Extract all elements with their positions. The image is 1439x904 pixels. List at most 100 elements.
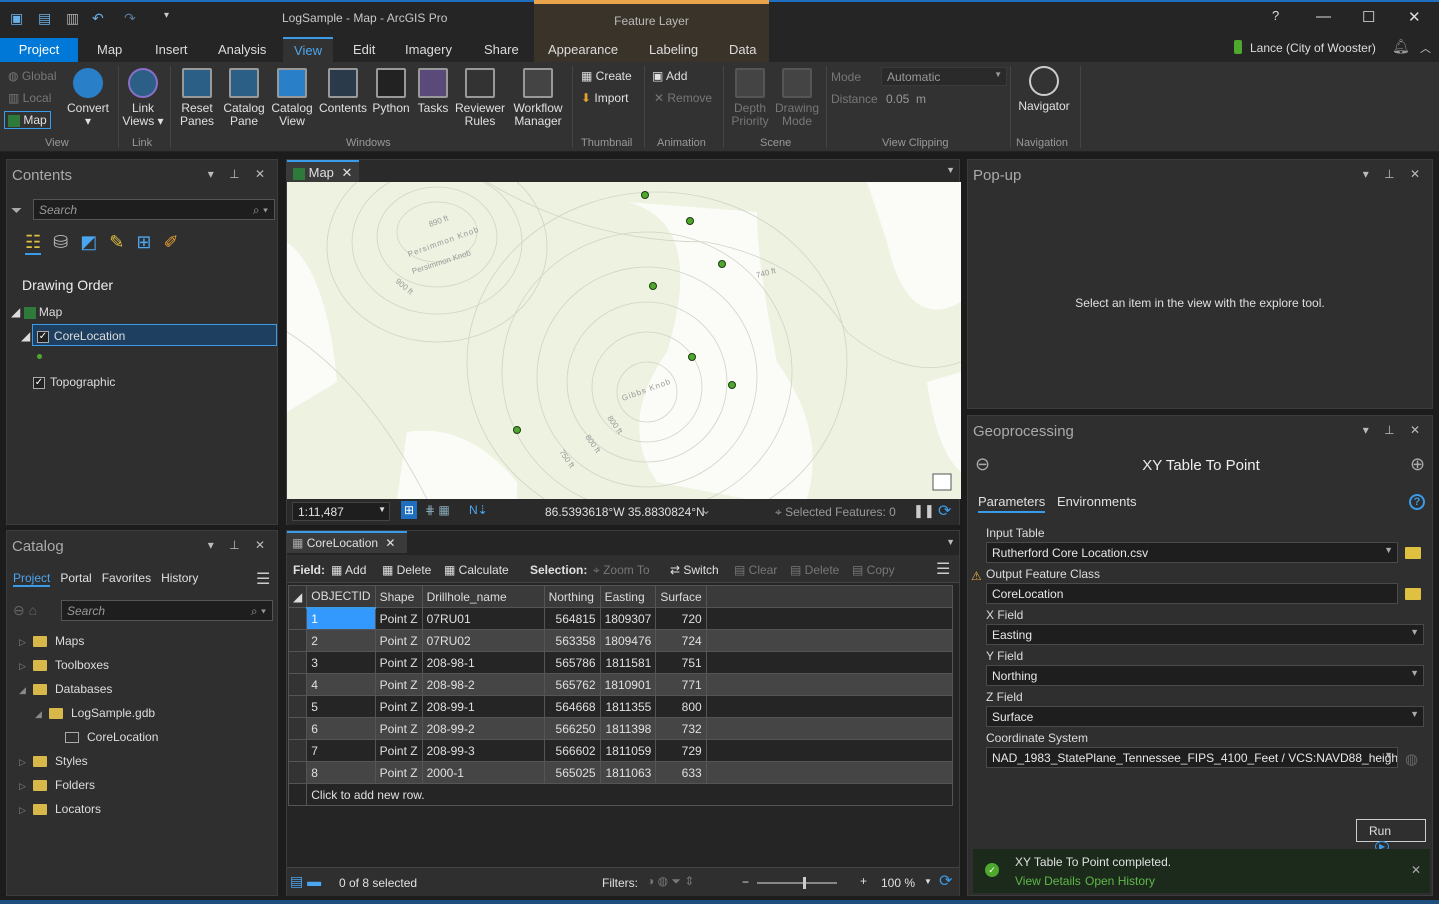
redo-icon[interactable]: ↷ xyxy=(124,10,136,27)
add-icon[interactable]: ⊕ xyxy=(1410,454,1425,475)
table-cell[interactable]: 208-99-2 xyxy=(421,717,545,740)
pause-icon[interactable]: ❚❚ xyxy=(913,503,935,519)
zoom-dropdown-icon[interactable]: ▼ xyxy=(924,877,932,886)
scale-dropdown[interactable]: 1:11,487 ▼ xyxy=(292,502,390,521)
open-project-icon[interactable]: ▤ xyxy=(38,10,51,27)
tab-parameters[interactable]: Parameters xyxy=(978,494,1046,513)
catalog-tab-project[interactable]: Project xyxy=(13,571,51,587)
topographic-checkbox[interactable]: ✓ xyxy=(33,376,45,389)
drawing-mode-button[interactable]: Drawing Mode xyxy=(774,68,820,128)
dropdown-icon[interactable]: ▼ xyxy=(1384,750,1393,760)
refresh-icon[interactable]: ⟳ xyxy=(938,501,951,521)
tab-edit[interactable]: Edit xyxy=(353,42,375,57)
data-source-icon[interactable]: ⛁ xyxy=(53,232,68,255)
add-row-label[interactable]: Click to add new row. xyxy=(306,783,953,806)
table-cell[interactable]: 724 xyxy=(655,629,707,652)
import-thumbnail-button[interactable]: ⬇ Import xyxy=(581,91,628,105)
dropdown-icon[interactable]: ▼ xyxy=(1410,627,1419,637)
zoom-to-button[interactable]: ⌖ Zoom To xyxy=(593,563,650,578)
table-cell[interactable]: 1811581 xyxy=(599,651,657,674)
undo-icon[interactable]: ↶ xyxy=(92,10,104,27)
table-cell[interactable]: 564668 xyxy=(543,695,601,718)
drillhole-point[interactable] xyxy=(728,381,736,389)
zoom-in-button[interactable]: + xyxy=(860,874,867,888)
table-cell[interactable]: 3 xyxy=(306,651,376,674)
tab-share[interactable]: Share xyxy=(484,42,519,57)
table-cell[interactable]: 751 xyxy=(655,651,707,674)
table-row[interactable]: 2 Point Z 07RU02 563358 1809476 724 xyxy=(287,629,953,652)
table-cell[interactable]: 1810901 xyxy=(599,673,657,696)
expand-icon[interactable]: ▷ xyxy=(19,805,33,816)
column-header[interactable]: Surface xyxy=(655,585,707,608)
open-history-link[interactable]: Open History xyxy=(1085,874,1155,888)
table-cell[interactable]: 565025 xyxy=(543,761,601,784)
select-all-corner[interactable]: ◢ xyxy=(287,585,308,608)
row-selector[interactable] xyxy=(287,673,308,696)
globe-icon[interactable]: ◍ xyxy=(1405,750,1418,768)
save-icon[interactable]: ▥ xyxy=(66,10,79,27)
drawing-order-icon[interactable]: ☷ xyxy=(25,232,42,255)
tab-data[interactable]: Data xyxy=(729,42,756,57)
pane-controls[interactable]: ▾ ⊥ ✕ xyxy=(1363,423,1426,437)
labeling-icon[interactable]: ✐ xyxy=(163,232,178,255)
table-row[interactable]: 5 Point Z 208-99-1 564668 1811355 800 xyxy=(287,695,953,718)
tab-labeling[interactable]: Labeling xyxy=(649,42,698,57)
view-details-link[interactable]: View Details xyxy=(1015,874,1081,888)
delete-field-button[interactable]: ▦ Delete xyxy=(382,563,431,577)
close-button[interactable]: ✕ xyxy=(1408,8,1421,26)
table-cell[interactable]: 800 xyxy=(655,695,707,718)
catalog-search-input[interactable]: Search ⌕ ▾ xyxy=(61,600,273,621)
drillhole-point[interactable] xyxy=(649,282,657,290)
catalog-tab-favorites[interactable]: Favorites xyxy=(102,571,151,587)
delete-selection-button[interactable]: ▤ Delete xyxy=(790,563,839,577)
navigator-button[interactable]: Navigator xyxy=(1014,66,1074,113)
coordinates-dropdown-icon[interactable]: ⌄ xyxy=(701,503,711,517)
maximize-button[interactable]: ☐ xyxy=(1362,8,1375,26)
dropdown-icon[interactable]: ▼ xyxy=(1384,545,1393,555)
notification-bell-icon[interactable]: 🔔︎ xyxy=(1392,38,1410,55)
tab-analysis[interactable]: Analysis xyxy=(218,42,266,57)
grid-icon[interactable]: ⋕ ▦ xyxy=(425,503,450,517)
catalog-pane-button[interactable]: Catalog Pane xyxy=(222,68,266,128)
back-icon[interactable]: ⊖ ⌂ xyxy=(13,602,37,619)
catalog-tab-portal[interactable]: Portal xyxy=(60,571,91,587)
table-cell[interactable]: 1811398 xyxy=(599,717,657,740)
python-button[interactable]: Python xyxy=(370,68,412,115)
add-row[interactable]: Click to add new row. xyxy=(287,783,953,806)
table-row[interactable]: 4 Point Z 208-98-2 565762 1810901 771 xyxy=(287,673,953,696)
dropdown-icon[interactable]: ▼ xyxy=(1410,668,1419,678)
table-cell[interactable]: 732 xyxy=(655,717,707,740)
close-tab-icon[interactable]: ✕ xyxy=(342,165,353,180)
table-cell[interactable]: 6 xyxy=(306,717,376,740)
tab-insert[interactable]: Insert xyxy=(155,42,188,57)
tab-environments[interactable]: Environments xyxy=(1057,494,1136,509)
browse-folder-icon[interactable] xyxy=(1405,588,1421,600)
basemap-attribution-icon[interactable] xyxy=(932,473,952,491)
table-cell[interactable]: Point Z xyxy=(374,607,423,630)
link-views-button[interactable]: Link Views ▾ xyxy=(122,68,164,128)
table-cell[interactable]: 1811355 xyxy=(599,695,657,718)
create-thumbnail-button[interactable]: ▦ Create xyxy=(581,69,632,83)
help-button[interactable]: ? xyxy=(1272,8,1279,23)
column-header[interactable]: OBJECTID xyxy=(306,585,376,609)
table-cell[interactable]: 5 xyxy=(306,695,376,718)
copy-button[interactable]: ▤ Copy xyxy=(852,563,895,577)
run-button[interactable]: Run ▶ xyxy=(1356,819,1426,852)
tab-project[interactable]: Project xyxy=(0,38,78,62)
table-cell[interactable]: 565786 xyxy=(543,651,601,674)
table-cell[interactable]: 563358 xyxy=(543,629,601,652)
reviewer-rules-button[interactable]: Reviewer Rules xyxy=(454,68,506,128)
expand-icon[interactable]: ◢ xyxy=(35,709,49,720)
catalog-item[interactable]: ▷ Locators xyxy=(19,802,101,816)
zoom-out-button[interactable]: − xyxy=(742,875,749,889)
table-cell[interactable]: 7 xyxy=(306,739,376,762)
zoom-slider[interactable] xyxy=(757,877,837,889)
user-account[interactable]: Lance (City of Wooster) xyxy=(1250,41,1376,55)
expand-icon[interactable]: ▷ xyxy=(19,781,33,792)
clear-selection-button[interactable]: ▤ Clear xyxy=(734,563,777,577)
tab-corelocation-table[interactable]: ▦ CoreLocation ✕ xyxy=(287,531,407,553)
column-header[interactable]: Shape xyxy=(374,585,423,608)
browse-folder-icon[interactable] xyxy=(1405,547,1421,559)
table-cell[interactable]: 565762 xyxy=(543,673,601,696)
filter-icon[interactable]: ⏷ xyxy=(11,202,22,219)
